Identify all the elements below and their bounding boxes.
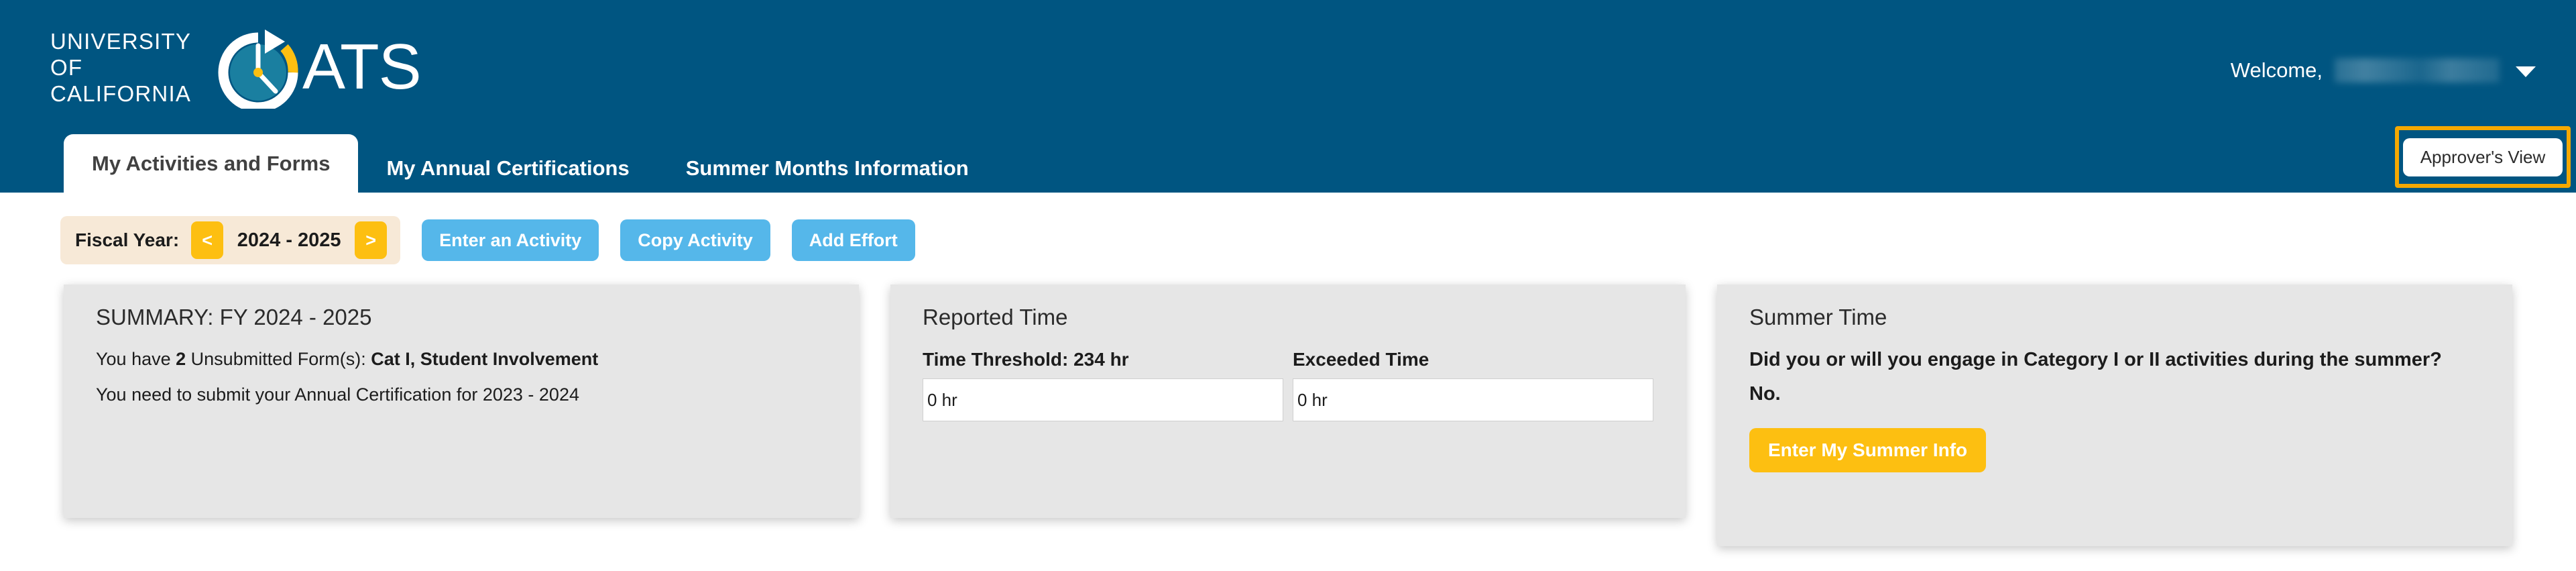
- uc-wordmark: UNIVERSITY OF CALIFORNIA: [50, 28, 191, 107]
- brand-area[interactable]: UNIVERSITY OF CALIFORNIA ATS: [0, 25, 422, 109]
- enter-my-summer-info-button[interactable]: Enter My Summer Info: [1749, 428, 1987, 472]
- copy-activity-button[interactable]: Copy Activity: [620, 219, 770, 261]
- exceeded-time-column: Exceeded Time 0 hr: [1293, 349, 1653, 421]
- unsubmitted-form-names: Cat I, Student Involvement: [371, 349, 599, 369]
- oats-clock-icon: [218, 30, 298, 109]
- summary-card: SUMMARY: FY 2024 - 2025 You have 2 Unsub…: [64, 284, 859, 518]
- summer-question: Did you or will you engage in Category I…: [1749, 349, 2442, 370]
- main-tab-bar: My Activities and Forms My Annual Certif…: [0, 134, 2576, 193]
- approver-view-button[interactable]: Approver's View: [2402, 138, 2563, 176]
- fiscal-year-selector: Fiscal Year: < 2024 - 2025 >: [60, 216, 401, 264]
- tab-label: Summer Months Information: [685, 156, 969, 180]
- annual-certification-line: You need to submit your Annual Certifica…: [96, 384, 579, 405]
- time-threshold-label: Time Threshold: 234 hr: [923, 349, 1129, 370]
- app-header: UNIVERSITY OF CALIFORNIA ATS Welcome,: [0, 0, 2576, 134]
- fiscal-year-label: Fiscal Year:: [75, 229, 180, 250]
- reported-time-card-title: Reported Time: [923, 305, 1068, 329]
- activities-toolbar: Fiscal Year: < 2024 - 2025 > Enter an Ac…: [60, 216, 915, 264]
- exceeded-time-value: 0 hr: [1293, 378, 1653, 421]
- tab-label: My Annual Certifications: [386, 156, 630, 180]
- tab-summer-months-information[interactable]: Summer Months Information: [658, 144, 997, 193]
- unsubmitted-mid: Unsubmitted Form(s):: [186, 349, 371, 369]
- tab-my-activities-and-forms[interactable]: My Activities and Forms: [64, 134, 359, 193]
- dashboard-cards: SUMMARY: FY 2024 - 2025 You have 2 Unsub…: [0, 284, 2576, 546]
- fiscal-year-value: 2024 - 2025: [237, 229, 341, 251]
- summary-card-title: SUMMARY: FY 2024 - 2025: [96, 305, 372, 329]
- uc-line-3: CALIFORNIA: [50, 81, 192, 106]
- time-threshold-value: 0 hr: [923, 378, 1283, 421]
- approver-view-highlight-box: Approver's View: [2395, 126, 2571, 188]
- tab-my-annual-certifications[interactable]: My Annual Certifications: [358, 144, 657, 193]
- time-threshold-column: Time Threshold: 234 hr 0 hr: [923, 349, 1293, 421]
- uc-line-1: UNIVERSITY: [50, 28, 192, 54]
- exceeded-time-label: Exceeded Time: [1293, 349, 1429, 370]
- fiscal-year-prev-button[interactable]: <: [191, 221, 224, 259]
- tab-label: My Activities and Forms: [92, 151, 331, 175]
- oats-dashboard-page: UNIVERSITY OF CALIFORNIA ATS Welcome, My…: [0, 0, 2576, 571]
- summer-time-card-title: Summer Time: [1749, 305, 1887, 329]
- reported-time-columns: Time Threshold: 234 hr 0 hr Exceeded Tim…: [923, 349, 1653, 421]
- welcome-user-name: [2335, 58, 2500, 83]
- uc-line-2: OF: [50, 54, 83, 80]
- unsubmitted-prefix: You have: [96, 349, 176, 369]
- reported-time-card: Reported Time Time Threshold: 234 hr 0 h…: [890, 284, 1686, 518]
- oats-logo[interactable]: ATS: [217, 25, 422, 109]
- unsubmitted-count: 2: [176, 349, 186, 369]
- account-menu[interactable]: Welcome,: [2231, 58, 2576, 83]
- add-effort-button[interactable]: Add Effort: [791, 219, 915, 261]
- oats-wordmark: ATS: [302, 31, 422, 103]
- summer-answer: No.: [1749, 383, 1781, 405]
- summer-time-card: Summer Time Did you or will you engage i…: [1717, 284, 2512, 546]
- enter-an-activity-button[interactable]: Enter an Activity: [422, 219, 599, 261]
- welcome-label: Welcome,: [2230, 58, 2323, 82]
- unsubmitted-forms-line: You have 2 Unsubmitted Form(s): Cat I, S…: [96, 349, 827, 370]
- chevron-down-icon[interactable]: [2516, 66, 2536, 77]
- fiscal-year-next-button[interactable]: >: [355, 221, 388, 259]
